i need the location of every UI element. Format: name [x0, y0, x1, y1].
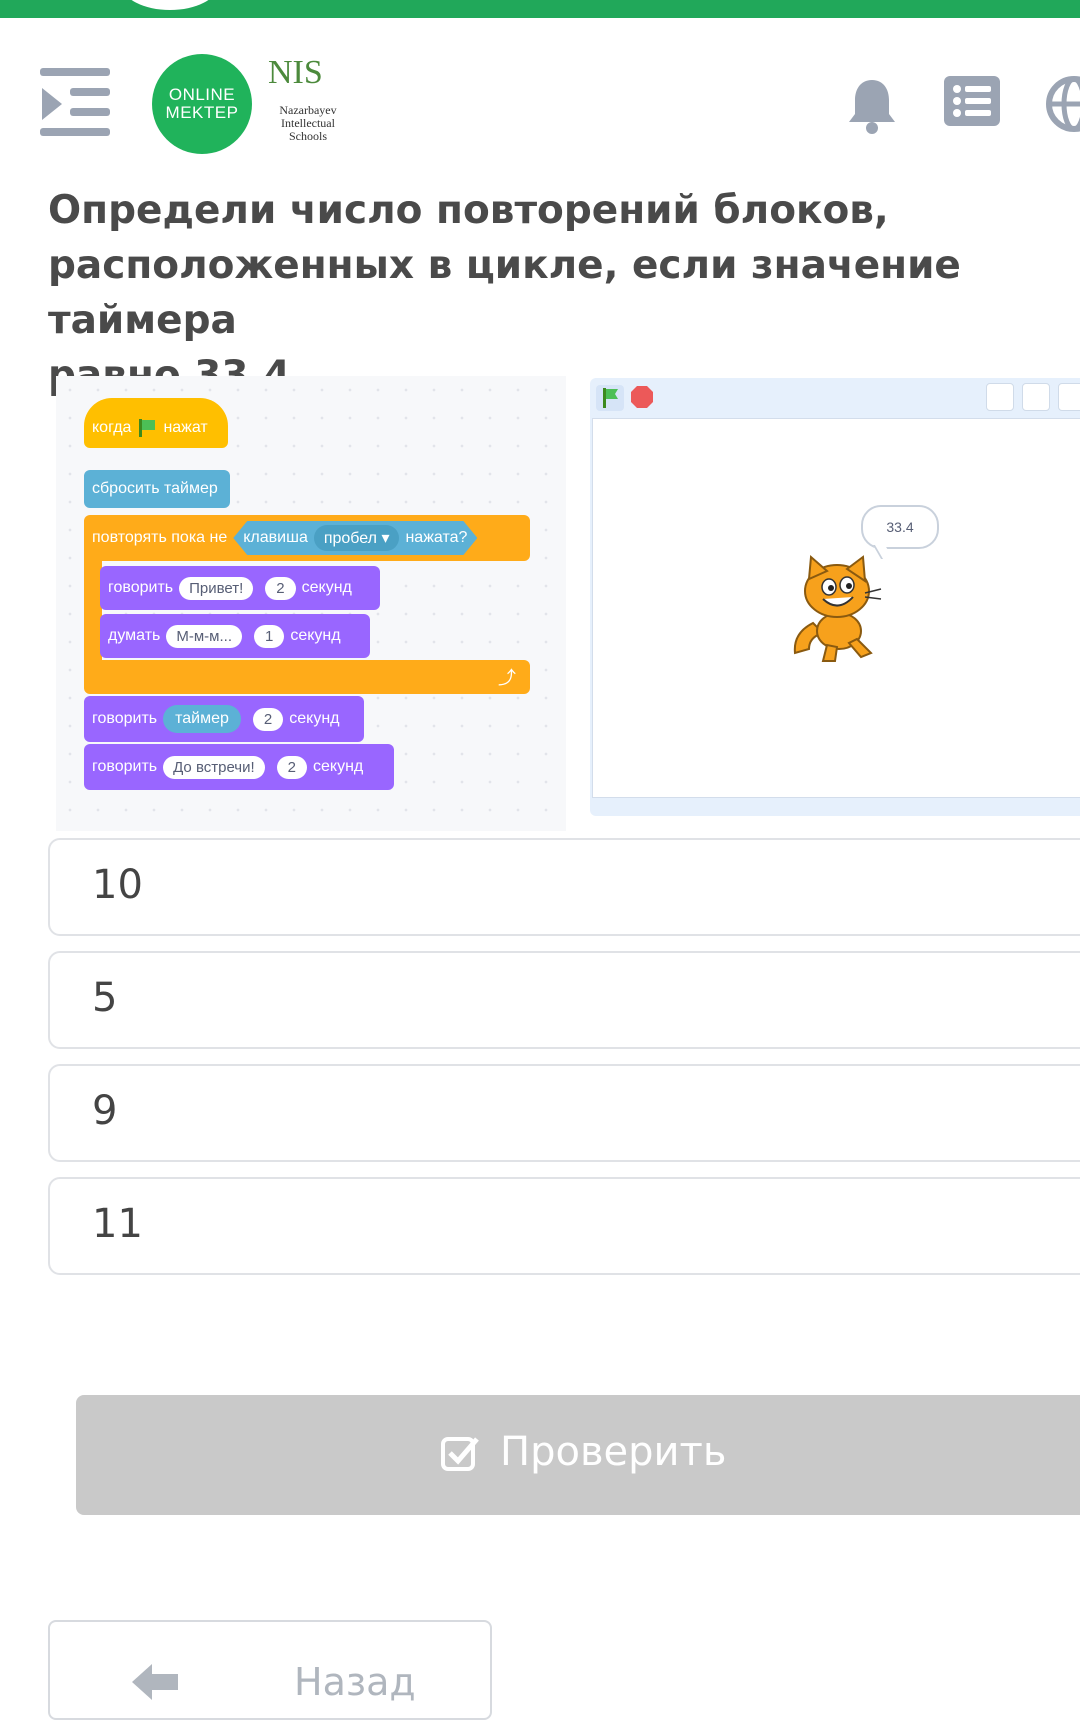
reset-timer-block: сбросить таймер [84, 470, 230, 508]
block-input: 1 [254, 624, 285, 648]
answer-option[interactable]: 11 [48, 1177, 1080, 1275]
logo-text-online: ONLINE [168, 85, 236, 104]
menu-line [40, 128, 110, 136]
back-button-label: Назад [294, 1660, 416, 1704]
block-input: Привет! [179, 576, 254, 600]
nis-logo-caption: Nazarbayev Intellectual Schools [258, 104, 358, 143]
think-block: думать М-м-м... 1 секунд [100, 614, 370, 658]
block-text: когда [92, 419, 132, 436]
block-text: сбросить таймер [92, 480, 218, 497]
scratch-stage-image: 33.4 [590, 378, 1080, 816]
logo-text-mektep: MEKTEP [165, 103, 239, 122]
notification-bell-icon[interactable] [846, 76, 898, 136]
app-header: ONLINE MEKTEP NIS Nazarbayev Intellectua… [0, 40, 1080, 170]
arrow-left-icon [132, 1664, 178, 1700]
loop-arrow-icon: ⤴ [498, 668, 516, 689]
online-mektep-logo[interactable]: ONLINE MEKTEP [152, 54, 252, 154]
answer-label: 10 [92, 862, 143, 908]
say-bubble: 33.4 [861, 505, 939, 549]
small-stage-icon [986, 383, 1014, 411]
question-text: Определи число повторений блоков, распол… [48, 188, 961, 398]
menu-line [40, 68, 110, 76]
say-timer-block: говорить таймер 2 секунд [84, 696, 364, 742]
large-stage-icon [1022, 383, 1050, 411]
block-text: думать [108, 627, 161, 644]
fullscreen-icon [1058, 383, 1080, 411]
menu-line [70, 88, 110, 96]
nis-logo: NIS Nazarbayev Intellectual Schools [258, 54, 348, 164]
green-flag-icon [139, 419, 156, 437]
menu-arrow [42, 88, 62, 120]
timer-reporter: таймер [163, 705, 241, 733]
answer-label: 5 [92, 975, 118, 1021]
checkbox-check-icon [441, 1437, 479, 1471]
nis-logo-mark: NIS [268, 54, 323, 91]
stage-toolbar [590, 378, 1080, 416]
menu-line [70, 108, 110, 116]
top-logo-bump [122, 0, 218, 10]
say-hello-block: говорить Привет! 2 секунд [100, 566, 380, 610]
block-input: До встречи! [163, 755, 265, 779]
stop-sign-icon [630, 385, 654, 409]
top-accent-bar [0, 0, 1080, 18]
block-text: секунд [289, 710, 340, 727]
answer-option[interactable]: 9 [48, 1064, 1080, 1162]
when-flag-clicked-block: когда нажат [84, 398, 228, 448]
block-text: говорить [92, 758, 158, 775]
answer-option[interactable]: 5 [48, 951, 1080, 1049]
block-input: 2 [265, 576, 296, 600]
block-text: говорить [108, 579, 174, 596]
back-button[interactable]: Назад [48, 1620, 492, 1720]
repeat-until-block: повторять пока не клавиша пробел ▾ нажат… [84, 515, 530, 561]
check-button-label: Проверить [500, 1429, 727, 1475]
say-goodbye-block: говорить До встречи! 2 секунд [84, 744, 394, 790]
block-text: секунд [301, 579, 352, 596]
block-text: нажат [163, 419, 208, 436]
check-button[interactable]: Проверить [76, 1395, 1080, 1515]
block-input: 2 [252, 707, 284, 731]
task-list-icon[interactable] [944, 76, 1000, 126]
repeat-loop-bottom: ⤴ [84, 660, 530, 694]
key-pressed-condition: клавиша пробел ▾ нажата? [233, 521, 477, 555]
block-text: нажата? [405, 529, 468, 546]
globe-language-icon[interactable] [1046, 76, 1080, 132]
menu-toggle-icon[interactable] [40, 68, 112, 138]
answer-label: 11 [92, 1201, 143, 1247]
block-text: повторять пока не [92, 529, 228, 546]
block-input: 2 [276, 755, 308, 779]
block-text: клавиша [243, 529, 308, 546]
block-input: М-м-м... [166, 624, 242, 648]
answer-option[interactable]: 10 [48, 838, 1080, 936]
block-text: секунд [290, 627, 341, 644]
answer-label: 9 [92, 1088, 118, 1134]
key-dropdown: пробел ▾ [314, 525, 400, 551]
nis-caption-line: Schools [288, 129, 327, 143]
scratch-cat-sprite [783, 553, 887, 665]
stage-canvas: 33.4 [592, 418, 1080, 798]
block-text: говорить [92, 710, 158, 727]
green-flag-icon [596, 385, 624, 411]
block-text: секунд [313, 758, 364, 775]
